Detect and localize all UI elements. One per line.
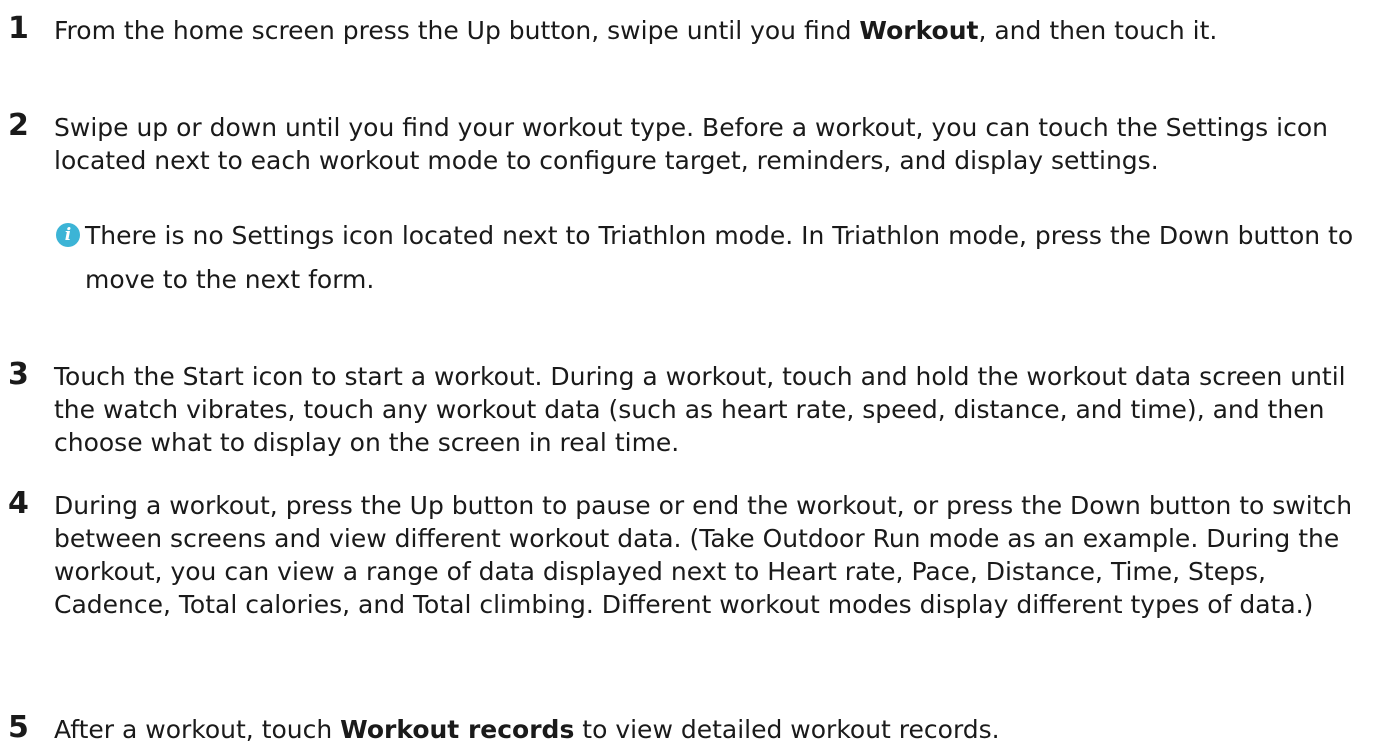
step-number: 4: [8, 486, 29, 521]
step-text: Swipe up or down until you find your wor…: [54, 113, 1328, 175]
step-number: 2: [8, 108, 29, 143]
step-text-bold: Workout records: [340, 715, 575, 744]
step-number: 3: [8, 357, 29, 392]
step-text-post: to view detailed workout records.: [574, 715, 1000, 744]
step-number: 1: [8, 11, 29, 46]
info-icon: i: [56, 223, 80, 247]
step-text: During a workout, press the Up button to…: [54, 491, 1353, 619]
step-text-post: , and then touch it.: [978, 16, 1218, 45]
step-text: After a workout, touch Workout records t…: [54, 713, 1383, 746]
step-text-bold: Workout: [859, 16, 979, 45]
step-text-pre: After a workout, touch: [54, 715, 341, 744]
step-number: 5: [8, 710, 29, 745]
note-text: There is no Settings icon located next t…: [85, 221, 1354, 294]
step-text: Touch the Start icon to start a workout.…: [54, 362, 1346, 457]
step-text-pre: From the home screen press the Up button…: [54, 16, 860, 45]
step-text: From the home screen press the Up button…: [54, 14, 1383, 47]
